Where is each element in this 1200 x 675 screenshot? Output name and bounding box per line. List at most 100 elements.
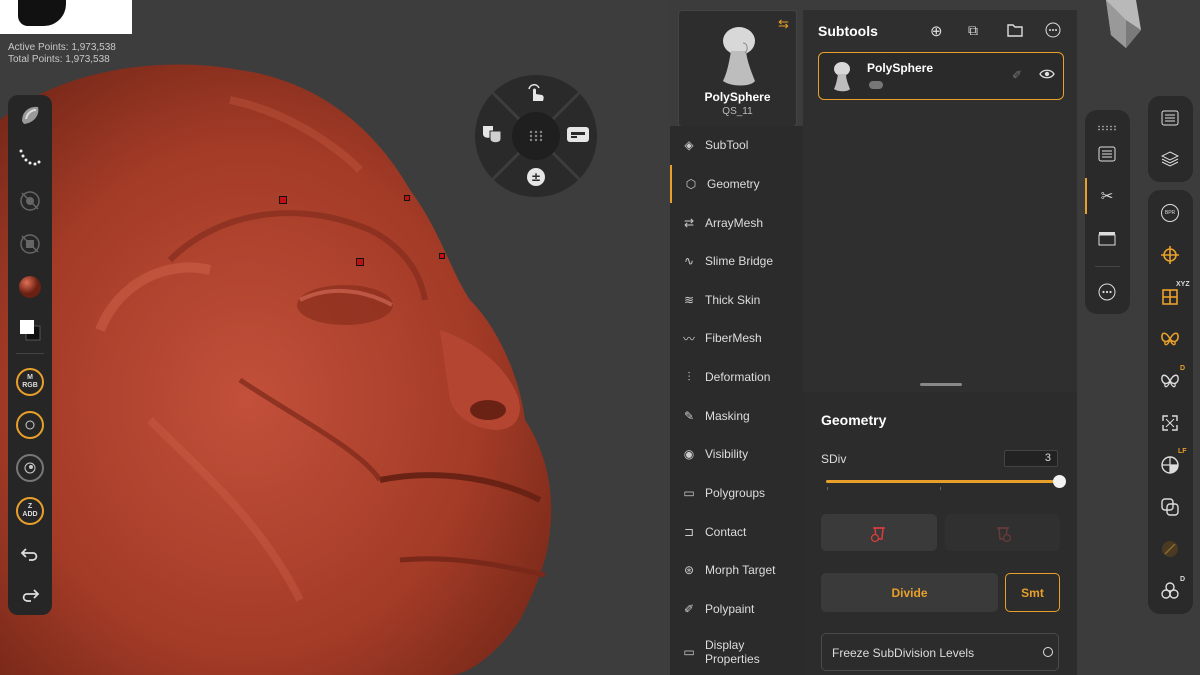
duplicate-icon[interactable]: ⧉ [968, 22, 978, 39]
undo-icon[interactable] [13, 536, 47, 570]
menu-item-visibility[interactable]: ◉ Visibility [670, 435, 803, 473]
polysphere-thumbnail-icon [723, 27, 755, 86]
transpose-marker[interactable] [404, 195, 410, 201]
d-badge: D [1180, 365, 1186, 372]
z-add-button[interactable]: Z ADD [13, 494, 47, 528]
menu-label: Slime Bridge [705, 254, 774, 268]
tool-menu: ◈ SubTool ⬡ Geometry ⇄ ArrayMesh ∿ Slime Bri… [670, 126, 803, 675]
slider-tick [940, 487, 941, 490]
material-sphere-icon[interactable] [13, 270, 47, 304]
brush-off-icon[interactable]: ✐ [1012, 68, 1022, 82]
menu-item-display-properties[interactable]: ▭ Display Properties [670, 629, 803, 675]
color-swatch-icon[interactable] [13, 313, 47, 347]
menu-item-deformation[interactable]: ⫶ Deformation [670, 358, 803, 396]
panel-toggle-icon[interactable] [566, 125, 590, 145]
more-options-icon[interactable] [1045, 22, 1061, 38]
panel-list-icon[interactable] [1155, 103, 1185, 133]
transpose-marker[interactable] [356, 258, 364, 266]
display-icon: ▭ [683, 645, 695, 659]
menu-item-morph-target[interactable]: ⊛ Morph Target [670, 551, 803, 589]
subtool-name: PolySphere [867, 61, 934, 75]
brush-icon[interactable] [13, 98, 47, 132]
mask-icon: ✎ [683, 409, 695, 423]
brush-icon: ✐ [683, 602, 695, 616]
menu-item-subtool[interactable]: ◈ SubTool [670, 126, 803, 164]
menu-item-contact[interactable]: ⊐ Contact [670, 513, 803, 551]
symmetry-butterfly-icon[interactable] [1155, 324, 1185, 354]
tools-icon[interactable]: ✂ [1092, 181, 1122, 211]
menu-label: Polypaint [705, 602, 755, 616]
contact-icon: ⊐ [683, 525, 695, 539]
menu-item-masking[interactable]: ✎ Masking [670, 397, 803, 435]
add-subtool-icon[interactable]: ⊕ [930, 22, 943, 40]
ghost-mode-icon[interactable] [1155, 534, 1185, 564]
menu-item-polygroups[interactable]: ▭ Polygroups [670, 474, 803, 512]
toolbar-divider [16, 353, 44, 354]
focal-shift-button[interactable] [13, 451, 47, 485]
menu-item-polypaint[interactable]: ✐ Polypaint [670, 590, 803, 628]
bpr-button[interactable]: BPR [1155, 198, 1185, 228]
svg-text:±: ± [531, 170, 541, 184]
eye-icon[interactable] [1039, 66, 1055, 82]
total-points-stat: Total Points: 1,973,538 [8, 54, 110, 65]
subtool-thumbnail-icon [834, 62, 850, 92]
resize-handle[interactable] [920, 383, 962, 386]
left-toolbar: M RGB Z ADD [8, 95, 52, 615]
menu-item-geometry[interactable]: ⬡ Geometry [670, 165, 805, 203]
transpose-marker[interactable] [279, 196, 287, 204]
subtool-item-polysphere[interactable]: PolySphere ✐ [818, 52, 1064, 100]
rgb-mode-button[interactable]: M RGB [13, 365, 47, 399]
menu-item-arraymesh[interactable]: ⇄ ArrayMesh [670, 204, 803, 242]
more-options-icon[interactable] [1092, 277, 1122, 307]
gesture-icon[interactable] [524, 81, 548, 105]
transpose-marker[interactable] [439, 253, 445, 259]
menu-label: Visibility [705, 447, 749, 461]
smt-toggle[interactable]: Smt [1005, 573, 1060, 612]
d2-badge: D [1180, 576, 1186, 583]
plus-minus-icon[interactable]: ± [525, 166, 547, 188]
menu-item-fibermesh[interactable]: 〰 FiberMesh [670, 319, 803, 357]
menu-item-slime-bridge[interactable]: ∿ Slime Bridge [670, 242, 803, 280]
orientation-cube-icon[interactable] [1096, 0, 1156, 52]
stroke-icon[interactable] [13, 141, 47, 175]
freeze-label: Freeze SubDivision Levels [832, 646, 975, 660]
subtool-toggle[interactable] [869, 81, 883, 89]
polygroup-icon: ▭ [683, 486, 695, 500]
delete-higher-icon [996, 526, 1011, 542]
tool-subname: QS_11 [722, 106, 753, 117]
swap-icon[interactable]: ⇆ [778, 16, 789, 32]
top-right-toolbar [1148, 96, 1193, 182]
menu-label: Geometry [707, 177, 760, 191]
delete-lower-button[interactable] [821, 514, 937, 551]
frame-icon[interactable] [1155, 408, 1185, 438]
morph-icon: ⊛ [683, 563, 695, 577]
grip-icon[interactable] [1097, 118, 1117, 131]
current-tool-card[interactable]: PolySphere QS_11 ⇆ [678, 10, 797, 127]
transparency-icon[interactable] [1155, 492, 1185, 522]
slider-tick [827, 487, 828, 490]
texture-off-icon[interactable] [13, 227, 47, 261]
alpha-off-icon[interactable] [13, 184, 47, 218]
divide-button[interactable]: Divide [821, 573, 998, 612]
layers-icon[interactable] [1155, 144, 1185, 174]
sdiv-slider-thumb[interactable] [1053, 475, 1066, 488]
array-icon: ⇄ [683, 216, 695, 230]
sdiv-value-field[interactable]: 3 [1004, 450, 1058, 467]
draw-size-button[interactable] [13, 408, 47, 442]
floor-grid-icon[interactable] [1155, 240, 1185, 270]
radial-center-grid[interactable] [512, 112, 560, 160]
document-panel-icon[interactable] [1092, 139, 1122, 169]
redo-icon[interactable] [13, 577, 47, 611]
z-add-label: Z ADD [16, 497, 44, 525]
sdiv-label: SDiv [821, 452, 847, 466]
movie-icon[interactable] [1092, 223, 1122, 253]
sdiv-slider-track[interactable] [826, 480, 1060, 483]
tool-name: PolySphere [704, 90, 771, 104]
menu-item-thick-skin[interactable]: ≋ Thick Skin [670, 281, 803, 319]
fiber-icon: 〰 [682, 331, 695, 346]
folder-icon[interactable] [1006, 21, 1024, 39]
delete-higher-button[interactable] [945, 514, 1060, 551]
layers-icon: ◈ [684, 138, 694, 152]
masks-icon[interactable] [479, 122, 505, 148]
freeze-subdivision-button[interactable]: Freeze SubDivision Levels [821, 633, 1059, 671]
